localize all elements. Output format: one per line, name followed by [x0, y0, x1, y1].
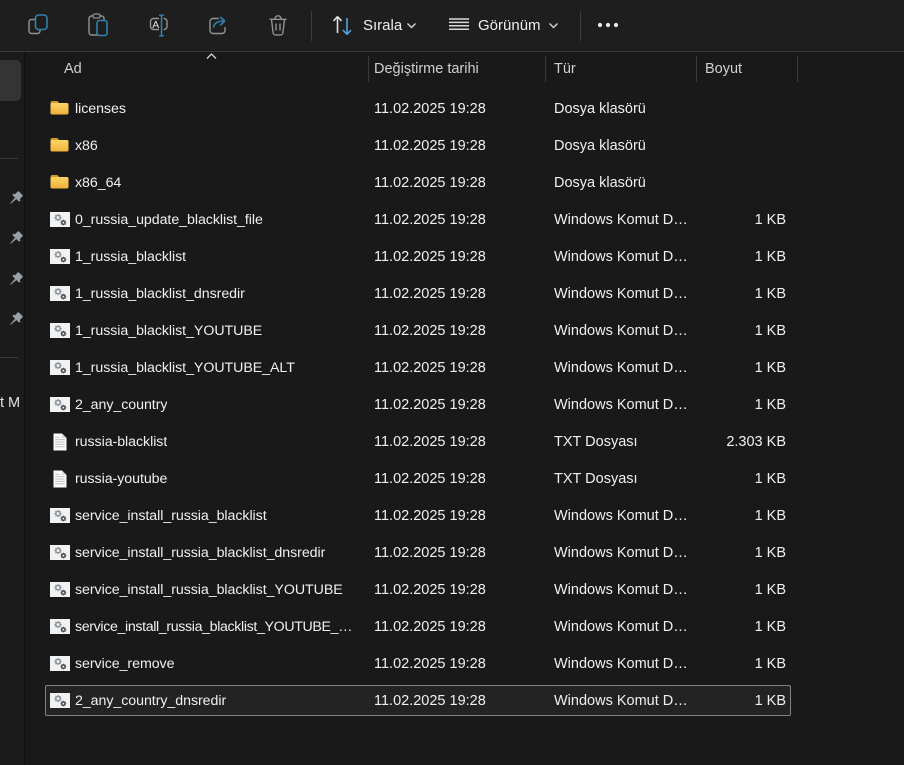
svg-text:A: A	[152, 19, 159, 31]
